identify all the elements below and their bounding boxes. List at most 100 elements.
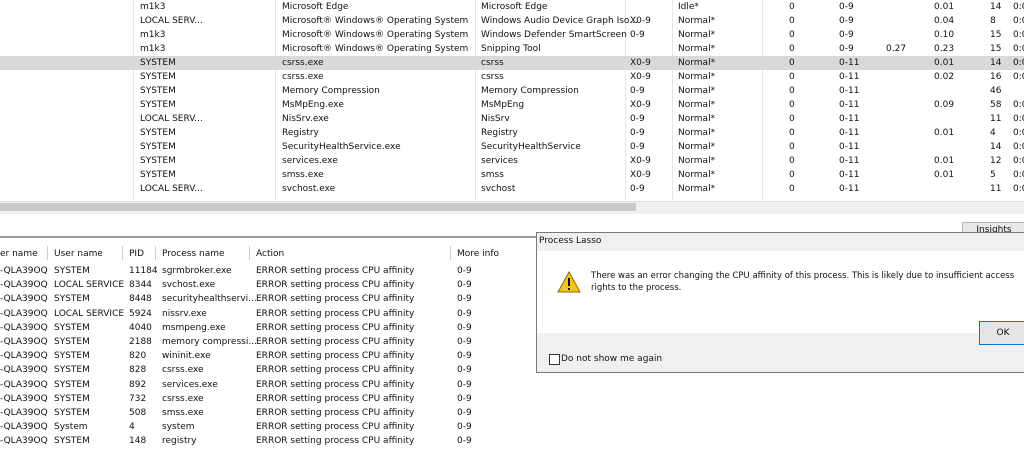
- process-row[interactable]: m1k3 Microsoft® Windows® Operating System…: [0, 42, 1024, 56]
- process-priority: Normal*: [678, 114, 716, 124]
- log-pid: 508: [129, 408, 147, 418]
- process-col-f: 0:0: [1013, 156, 1024, 166]
- process-row[interactable]: LOCAL SERV... NisSrv.exe NisSrv 0-9 Normal* 0…: [0, 112, 1024, 126]
- ok-button[interactable]: OK: [979, 321, 1024, 345]
- process-description: csrss: [481, 58, 504, 68]
- log-row[interactable]: -QLA39OQ LOCAL SERVICE 8344 svchost.exe ERRO…: [0, 278, 560, 292]
- log-row[interactable]: -QLA39OQ SYSTEM 148 registry ERROR setting p…: [0, 434, 560, 448]
- process-company: smss.exe: [282, 170, 324, 180]
- process-priority: Normal*: [678, 156, 716, 166]
- process-user: SYSTEM: [140, 58, 176, 68]
- process-col-f: 0:0: [1013, 142, 1024, 152]
- process-col-e: 14: [990, 58, 1002, 68]
- process-col-b: 0-11: [839, 184, 860, 194]
- process-description: Windows Defender SmartScreen: [481, 30, 627, 40]
- log-row[interactable]: -QLA39OQ SYSTEM 828 csrss.exe ERROR setting …: [0, 363, 560, 377]
- header-divider: [122, 246, 123, 260]
- log-pid: 820: [129, 351, 147, 362]
- log-header-pid[interactable]: PID: [129, 248, 144, 260]
- process-col-c: 0.27: [886, 44, 907, 54]
- process-affinity: 0-9: [630, 142, 645, 152]
- log-action: ERROR setting process CPU affinity: [256, 280, 415, 291]
- process-col-b: 0-9: [839, 16, 854, 26]
- log-pid: 8448: [129, 294, 152, 305]
- process-priority: Normal*: [678, 30, 716, 40]
- log-header-more-info[interactable]: More info: [457, 248, 499, 260]
- do-not-show-label[interactable]: Do not show me again: [561, 353, 662, 365]
- process-col-e: 46: [990, 86, 1002, 96]
- log-user: SYSTEM: [54, 436, 90, 447]
- process-affinity: X0-9: [630, 100, 651, 110]
- log-row[interactable]: -QLA39OQ SYSTEM 820 wininit.exe ERROR settin…: [0, 349, 560, 363]
- log-row[interactable]: -QLA39OQ SYSTEM 11184 sgrmbroker.exe ERROR s…: [0, 264, 560, 278]
- process-col-b: 0-11: [839, 58, 860, 68]
- log-row[interactable]: -QLA39OQ System 4 system ERROR setting proce…: [0, 420, 560, 434]
- log-process: msmpeng.exe: [162, 322, 226, 333]
- process-row[interactable]: SYSTEM MsMpEng.exe MsMpEng X0-9 Normal* 0 0-11…: [0, 98, 1024, 112]
- log-row[interactable]: -QLA39OQ SYSTEM 508 smss.exe ERROR setting p…: [0, 406, 560, 420]
- process-row[interactable]: LOCAL SERV... Microsoft® Windows® Operati…: [0, 14, 1024, 28]
- process-col-f: 0:0: [1013, 44, 1024, 54]
- process-priority: Idle*: [678, 2, 699, 12]
- dialog-title: Process Lasso: [539, 236, 602, 246]
- process-col-b: 0-11: [839, 72, 860, 82]
- process-priority: Normal*: [678, 184, 716, 194]
- process-priority: Normal*: [678, 86, 716, 96]
- log-user: SYSTEM: [54, 365, 90, 376]
- log-more-info: 0-9: [457, 408, 472, 418]
- process-row[interactable]: m1k3 Microsoft Edge Microsoft Edge Idle* 0 0-…: [0, 0, 1024, 14]
- log-process: memory compressi...: [162, 337, 257, 347]
- log-computer: -QLA39OQ: [0, 308, 48, 319]
- process-row[interactable]: SYSTEM SecurityHealthService.exe SecurityH…: [0, 140, 1024, 154]
- log-header-action[interactable]: Action: [256, 248, 284, 260]
- process-col-d: 0.09: [934, 100, 955, 110]
- header-divider: [155, 246, 156, 260]
- process-row[interactable]: SYSTEM Registry Registry 0-9 Normal* 0 0-11 0.0…: [0, 126, 1024, 140]
- log-row[interactable]: -QLA39OQ SYSTEM 4040 msmpeng.exe ERROR setti…: [0, 321, 560, 335]
- do-not-show-checkbox[interactable]: [549, 354, 560, 365]
- process-row[interactable]: SYSTEM csrss.exe csrss X0-9 Normal* 0 0-11 0.01…: [0, 56, 1024, 70]
- log-row[interactable]: -QLA39OQ SYSTEM 732 csrss.exe ERROR setting …: [0, 392, 560, 406]
- log-row[interactable]: -QLA39OQ SYSTEM 892 services.exe ERROR setti…: [0, 378, 560, 392]
- process-col-d: 0.23: [934, 44, 955, 54]
- log-more-info: 0-9: [457, 337, 472, 347]
- process-row-partial[interactable]: [0, 196, 1024, 200]
- log-process: nissrv.exe: [162, 308, 207, 319]
- log-action: ERROR setting process CPU affinity: [256, 294, 415, 305]
- process-col-a: 0: [789, 2, 795, 12]
- log-action: ERROR setting process CPU affinity: [256, 393, 415, 404]
- log-more-info: 0-9: [457, 422, 472, 433]
- process-row[interactable]: SYSTEM services.exe services X0-9 Normal* 0 0-…: [0, 154, 1024, 168]
- process-row[interactable]: SYSTEM csrss.exe csrss X0-9 Normal* 0 0-11 0.02…: [0, 70, 1024, 84]
- log-user: SYSTEM: [54, 393, 90, 404]
- process-company: MsMpEng.exe: [282, 100, 344, 110]
- log-more-info: 0-9: [457, 436, 472, 447]
- log-header-computer[interactable]: er name: [0, 248, 38, 260]
- log-header-process[interactable]: Process name: [162, 248, 225, 260]
- log-process: csrss.exe: [162, 393, 204, 404]
- process-affinity: X0-9: [630, 16, 651, 26]
- log-process: registry: [162, 436, 197, 447]
- log-process: services.exe: [162, 379, 218, 390]
- process-col-e: 4: [990, 128, 996, 138]
- process-col-b: 0-9: [839, 30, 854, 40]
- process-row[interactable]: m1k3 Microsoft® Windows® Operating System…: [0, 28, 1024, 42]
- log-row[interactable]: -QLA39OQ SYSTEM 2188 memory compressi... ERR…: [0, 335, 560, 349]
- process-row[interactable]: SYSTEM smss.exe smss X0-9 Normal* 0 0-11 0.01 5 0…: [0, 168, 1024, 182]
- log-action: ERROR setting process CPU affinity: [256, 337, 415, 347]
- log-computer: -QLA39OQ: [0, 379, 48, 390]
- log-row[interactable]: -QLA39OQ SYSTEM 8448 securityhealthservi...…: [0, 292, 560, 306]
- log-row[interactable]: -QLA39OQ LOCAL SERVICE 5924 nissrv.exe ERROR…: [0, 307, 560, 321]
- log-process: securityhealthservi...: [162, 294, 257, 305]
- process-priority: Normal*: [678, 44, 716, 54]
- process-affinity: 0-9: [630, 128, 645, 138]
- log-computer: -QLA39OQ: [0, 365, 48, 376]
- process-col-b: 0-9: [839, 44, 854, 54]
- process-col-d: 0.01: [934, 170, 955, 180]
- process-row[interactable]: LOCAL SERV... svchost.exe svchost 0-9 Normal…: [0, 182, 1024, 196]
- scrollbar-thumb[interactable]: [0, 203, 636, 211]
- process-company: Microsoft Edge: [282, 2, 349, 12]
- log-header-user[interactable]: User name: [54, 248, 103, 260]
- process-row[interactable]: SYSTEM Memory Compression Memory Compressi…: [0, 84, 1024, 98]
- process-col-a: 0: [789, 30, 795, 40]
